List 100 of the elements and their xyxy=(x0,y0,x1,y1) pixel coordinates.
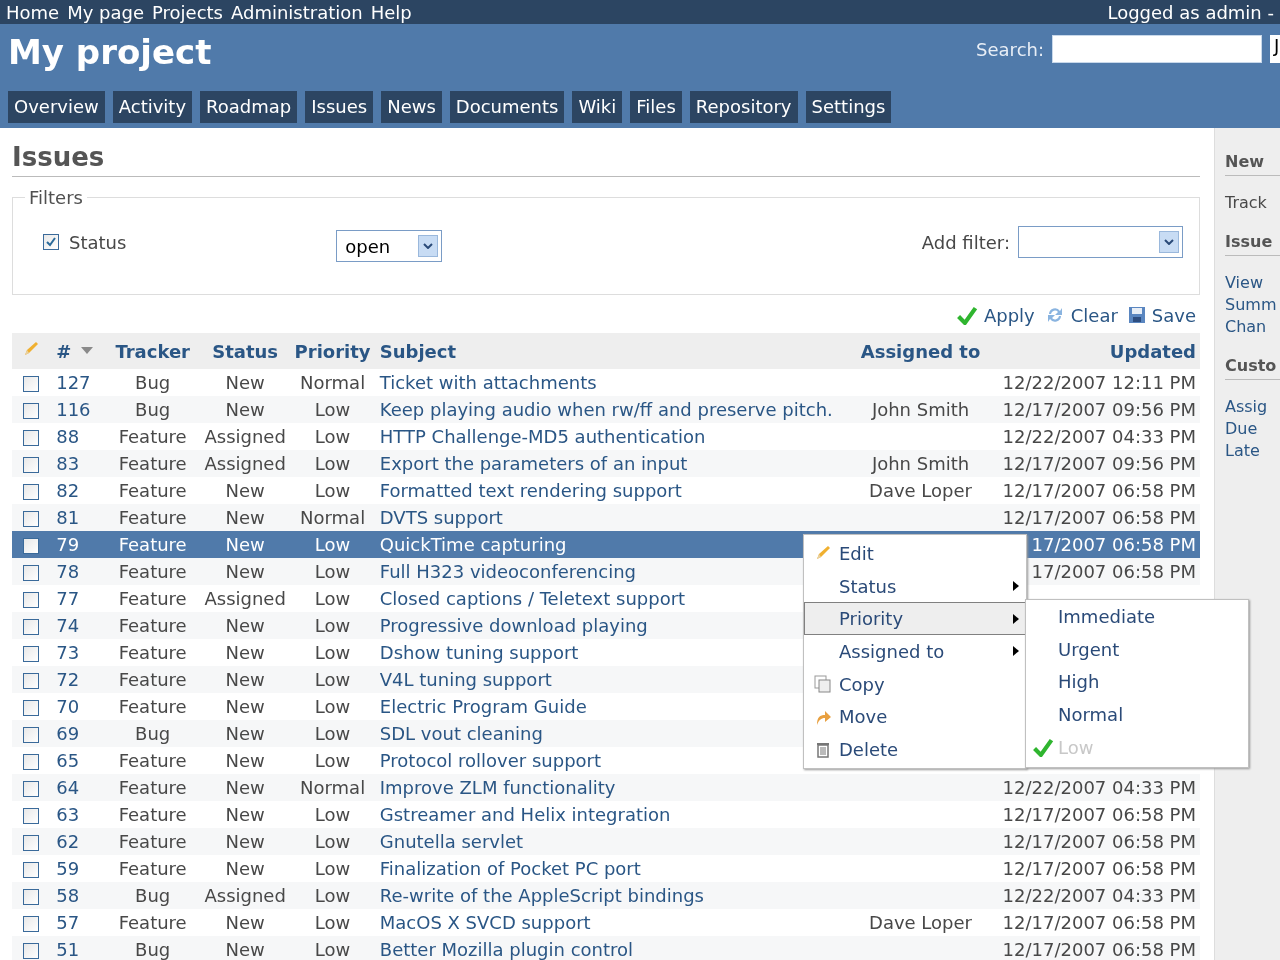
project-tab[interactable]: Roadmap xyxy=(200,91,298,123)
status-cell: New xyxy=(225,939,265,960)
top-menu-link[interactable]: Home xyxy=(6,1,60,23)
row-checkbox[interactable] xyxy=(23,808,40,824)
project-jump-select[interactable]: J xyxy=(1270,35,1280,63)
context-menu-item[interactable]: Priority xyxy=(804,602,1026,636)
row-checkbox[interactable] xyxy=(23,700,40,716)
priority-option[interactable]: Normal xyxy=(1026,698,1248,731)
issue-id-link[interactable]: 63 xyxy=(56,804,80,825)
subject-link[interactable]: Ticket with attachments xyxy=(379,372,597,393)
column-header[interactable]: Subject xyxy=(379,340,457,362)
priority-cell: Low xyxy=(314,885,351,906)
issue-id-link[interactable]: 88 xyxy=(56,426,80,447)
row-checkbox[interactable] xyxy=(23,376,40,392)
issue-id-link[interactable]: 59 xyxy=(56,858,80,879)
project-tab[interactable]: Overview xyxy=(8,91,105,123)
priority-option[interactable]: High xyxy=(1026,665,1248,699)
top-menu-link[interactable]: Projects xyxy=(152,1,223,23)
search-field[interactable] xyxy=(1052,35,1262,63)
context-menu-item[interactable]: Status xyxy=(804,569,1026,603)
subject-link[interactable]: Dshow tuning support xyxy=(379,642,579,663)
row-checkbox[interactable] xyxy=(23,484,40,500)
subject-link[interactable]: HTTP Challenge-MD5 authentication xyxy=(379,426,706,447)
project-tab[interactable]: Repository xyxy=(689,91,798,123)
top-menu-link[interactable]: My page xyxy=(67,1,145,23)
context-menu-item[interactable]: Move xyxy=(804,700,1026,734)
priority-option[interactable]: Immediate xyxy=(1026,600,1248,633)
sidebar-link[interactable]: Due xyxy=(1225,418,1280,440)
status-cell: Assigned xyxy=(204,588,286,609)
context-menu-item[interactable]: Edit xyxy=(804,537,1026,570)
status-select[interactable]: open xyxy=(336,230,443,262)
issue-id-link[interactable]: 70 xyxy=(56,696,80,717)
row-checkbox[interactable] xyxy=(23,754,40,770)
row-checkbox[interactable] xyxy=(23,835,40,851)
project-tab[interactable]: News xyxy=(381,91,442,123)
subject-link[interactable]: MacOS X SVCD support xyxy=(379,912,591,933)
row-checkbox[interactable] xyxy=(23,430,40,446)
row-checkbox[interactable] xyxy=(23,727,40,743)
sidebar-link[interactable]: Assig xyxy=(1225,396,1280,418)
updated-cell: 12/17/2007 09:56 PM xyxy=(1002,453,1196,474)
sidebar-link[interactable]: View xyxy=(1225,272,1280,294)
project-tab[interactable]: Issues xyxy=(305,91,374,123)
updated-cell: 12/17/2007 06:58 PM xyxy=(1002,939,1196,960)
subject-link[interactable]: Protocol rollover support xyxy=(379,750,602,771)
priority-cell: Low xyxy=(314,669,351,690)
issue-id-link[interactable]: 57 xyxy=(56,912,80,933)
project-tab[interactable]: Wiki xyxy=(572,91,623,123)
filters-legend: Filters xyxy=(25,187,87,208)
row-checkbox[interactable] xyxy=(23,889,40,905)
top-menu-link[interactable]: Help xyxy=(370,1,412,23)
column-header[interactable]: # xyxy=(56,340,72,362)
row-checkbox[interactable] xyxy=(23,781,40,797)
tracker-cell: Feature xyxy=(118,453,187,474)
add-filter-select[interactable] xyxy=(1018,226,1183,258)
context-menu-item[interactable]: Assigned to xyxy=(804,635,1026,668)
issue-id-link[interactable]: 82 xyxy=(56,480,80,501)
issue-id-link[interactable]: 127 xyxy=(56,372,91,393)
row-checkbox[interactable] xyxy=(23,916,40,932)
subject-link[interactable]: DVTS support xyxy=(379,507,503,528)
issue-id-link[interactable]: 65 xyxy=(56,750,80,771)
context-menu-item[interactable]: Copy xyxy=(804,667,1026,701)
row-checkbox[interactable] xyxy=(23,565,40,581)
priority-cell: Low xyxy=(314,561,351,582)
issue-id-link[interactable]: 73 xyxy=(56,642,80,663)
subject-link[interactable]: Electric Program Guide xyxy=(379,696,587,717)
action-link[interactable]: Apply xyxy=(983,304,1035,326)
priority-option[interactable]: Urgent xyxy=(1026,632,1248,666)
project-tab[interactable]: Documents xyxy=(449,91,565,123)
subject-link[interactable]: Closed captions / Teletext support xyxy=(379,588,686,609)
row-checkbox[interactable] xyxy=(23,511,40,527)
sort-arrow-icon[interactable] xyxy=(81,347,94,355)
sidebar-link[interactable]: Late xyxy=(1225,440,1280,462)
project-tab[interactable]: Activity xyxy=(112,91,193,123)
sidebar-link[interactable]: Summ xyxy=(1225,294,1280,316)
sidebar-link[interactable]: Chan xyxy=(1225,316,1280,338)
project-tab[interactable]: Files xyxy=(630,91,682,123)
row-checkbox[interactable] xyxy=(23,403,40,419)
row-checkbox[interactable] xyxy=(23,619,40,635)
priority-cell: Low xyxy=(314,453,351,474)
assignee-cell: John Smith xyxy=(871,399,970,420)
context-menu-item[interactable]: Delete xyxy=(804,733,1026,766)
action-link[interactable]: Clear xyxy=(1070,304,1118,326)
row-checkbox[interactable] xyxy=(23,646,40,662)
status-checkbox[interactable] xyxy=(43,234,59,250)
logged-in-text: Logged as admin - xyxy=(1107,1,1274,23)
status-cell: New xyxy=(225,534,265,555)
issue-id-link[interactable]: 77 xyxy=(56,588,80,609)
row-checkbox[interactable] xyxy=(23,943,40,959)
row-checkbox[interactable] xyxy=(23,538,40,554)
action-link[interactable]: Save xyxy=(1151,304,1196,326)
project-tab[interactable]: Settings xyxy=(805,91,892,123)
subject-link[interactable]: Formatted text rendering support xyxy=(379,480,682,501)
subject-link[interactable]: Finalization of Pocket PC port xyxy=(379,858,641,879)
subject-link[interactable]: Gstreamer and Helix integration xyxy=(379,804,671,825)
row-checkbox[interactable] xyxy=(23,673,40,689)
row-checkbox[interactable] xyxy=(23,592,40,608)
top-menu-link[interactable]: Administration xyxy=(231,1,363,23)
row-checkbox[interactable] xyxy=(23,457,40,473)
updated-cell: 17/2007 06:58 PM xyxy=(1031,561,1196,582)
row-checkbox[interactable] xyxy=(23,862,40,878)
